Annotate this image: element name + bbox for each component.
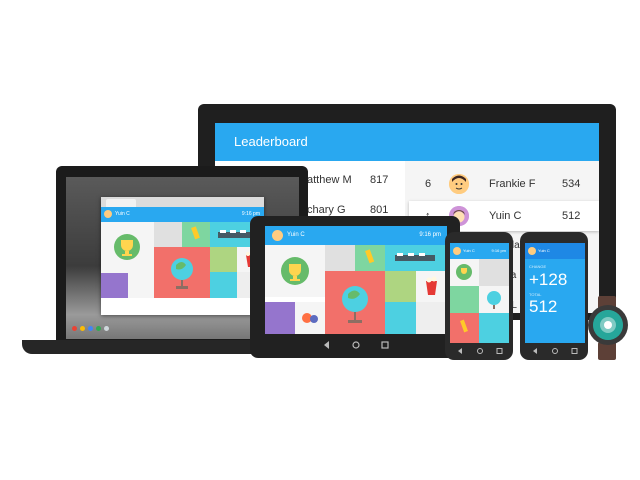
tile-globe[interactable] bbox=[325, 271, 385, 334]
app-user: Yuin C bbox=[463, 248, 475, 253]
tablet-navbar bbox=[324, 341, 389, 349]
phone-2-screen: Yuin C CHANGE +128 TOTAL 512 bbox=[525, 243, 585, 343]
player-score: 534 bbox=[562, 178, 581, 190]
tile-camera[interactable] bbox=[385, 302, 416, 334]
tile-plant[interactable] bbox=[154, 222, 182, 247]
player-score: 801 bbox=[370, 204, 389, 216]
leaderboard-appbar: Leaderboard bbox=[215, 123, 599, 161]
phone-2-navbar bbox=[533, 348, 578, 354]
player-name: chary G bbox=[307, 204, 346, 216]
player-rank: 6 bbox=[425, 178, 432, 190]
pencil-icon bbox=[191, 226, 200, 240]
tile-globe[interactable] bbox=[479, 286, 509, 313]
tile-candy[interactable] bbox=[101, 273, 128, 298]
home-icon[interactable] bbox=[477, 348, 483, 354]
app-user: Yuin C bbox=[538, 248, 550, 253]
launcher-icon[interactable] bbox=[72, 326, 77, 331]
avatar bbox=[528, 247, 536, 255]
tile-candy[interactable] bbox=[265, 302, 295, 334]
tile-faces[interactable] bbox=[416, 302, 447, 334]
stat-delta: +128 bbox=[529, 270, 568, 289]
app-user: Yuin C bbox=[287, 232, 305, 238]
app-time: 9:16 pm bbox=[491, 248, 506, 253]
player-name: Frankie F bbox=[489, 178, 536, 190]
tile-building[interactable] bbox=[385, 271, 416, 302]
tile-green[interactable] bbox=[450, 286, 479, 313]
tile-trophy[interactable] bbox=[101, 222, 154, 273]
app-appbar: Yuin C 9:16 pm bbox=[265, 226, 447, 245]
launcher-icon[interactable] bbox=[88, 326, 93, 331]
browser-tab[interactable] bbox=[106, 199, 136, 207]
back-icon[interactable] bbox=[533, 348, 537, 354]
phone-1-navbar bbox=[458, 348, 503, 354]
launcher-icon[interactable] bbox=[80, 326, 85, 331]
recents-icon[interactable] bbox=[571, 348, 578, 354]
watch-face-icon bbox=[593, 310, 623, 340]
trophy-icon bbox=[456, 264, 472, 280]
tile-trophy[interactable] bbox=[450, 259, 479, 286]
player-name: Yuin C bbox=[489, 210, 522, 222]
home-icon[interactable] bbox=[552, 348, 558, 354]
trophy-icon bbox=[114, 234, 140, 260]
back-icon[interactable] bbox=[458, 348, 462, 354]
player-score: 512 bbox=[562, 210, 581, 222]
app-appbar: Yuin C bbox=[525, 243, 585, 259]
avatar bbox=[449, 174, 469, 194]
tile-plant[interactable] bbox=[325, 245, 355, 271]
app-time: 9:16 pm bbox=[419, 232, 441, 238]
pencil-icon bbox=[365, 249, 375, 264]
tile-camera[interactable] bbox=[210, 272, 237, 298]
train-icon bbox=[395, 253, 435, 261]
tile-pencil[interactable] bbox=[450, 313, 479, 343]
tile-pencil[interactable] bbox=[355, 245, 385, 271]
tile-balls[interactable] bbox=[128, 273, 154, 298]
app-appbar: Yuin C 9:16 pm bbox=[450, 243, 509, 259]
list-item[interactable]: 6 Frankie F 534 bbox=[409, 169, 599, 199]
tile-balls[interactable] bbox=[295, 302, 325, 334]
recents-icon[interactable] bbox=[381, 341, 389, 349]
pencil-icon bbox=[460, 319, 468, 333]
balls-icon bbox=[302, 313, 318, 323]
player-name: atthew M bbox=[307, 174, 352, 186]
stat-caption: CHANGE bbox=[529, 264, 547, 269]
recents-icon[interactable] bbox=[496, 348, 503, 354]
tile-trophy[interactable] bbox=[265, 245, 325, 297]
avatar bbox=[453, 247, 461, 255]
tile-pencil[interactable] bbox=[182, 222, 210, 247]
tile-building[interactable] bbox=[210, 247, 237, 272]
tile-popcorn[interactable] bbox=[416, 271, 447, 302]
app-appbar: Yuin C 9:16 pm bbox=[101, 207, 264, 222]
tile-camera[interactable] bbox=[479, 313, 509, 343]
browser-window: Yuin C 9:16 pm bbox=[101, 197, 264, 315]
avatar bbox=[104, 210, 112, 218]
phone-1-screen: Yuin C 9:16 pm bbox=[450, 243, 509, 343]
avatar-icon bbox=[449, 174, 469, 194]
launcher-icon[interactable] bbox=[104, 326, 109, 331]
popcorn-icon bbox=[426, 276, 437, 295]
trophy-icon bbox=[281, 257, 309, 285]
globe-icon bbox=[171, 258, 193, 289]
app-user: Yuin C bbox=[115, 211, 130, 217]
leaderboard-title: Leaderboard bbox=[234, 134, 308, 149]
globe-icon bbox=[342, 286, 368, 323]
back-icon[interactable] bbox=[324, 341, 329, 349]
launcher-icon[interactable] bbox=[96, 326, 101, 331]
tile-globe[interactable] bbox=[154, 247, 210, 298]
tile-plant[interactable] bbox=[479, 259, 509, 286]
avatar bbox=[272, 230, 283, 241]
stat-total: 512 bbox=[529, 297, 558, 316]
globe-icon bbox=[487, 291, 501, 309]
tile-train[interactable] bbox=[385, 245, 447, 271]
player-score: 817 bbox=[370, 174, 389, 186]
tablet-screen: Yuin C 9:16 pm bbox=[265, 226, 447, 334]
home-icon[interactable] bbox=[352, 341, 360, 349]
watch-face[interactable] bbox=[593, 310, 623, 340]
